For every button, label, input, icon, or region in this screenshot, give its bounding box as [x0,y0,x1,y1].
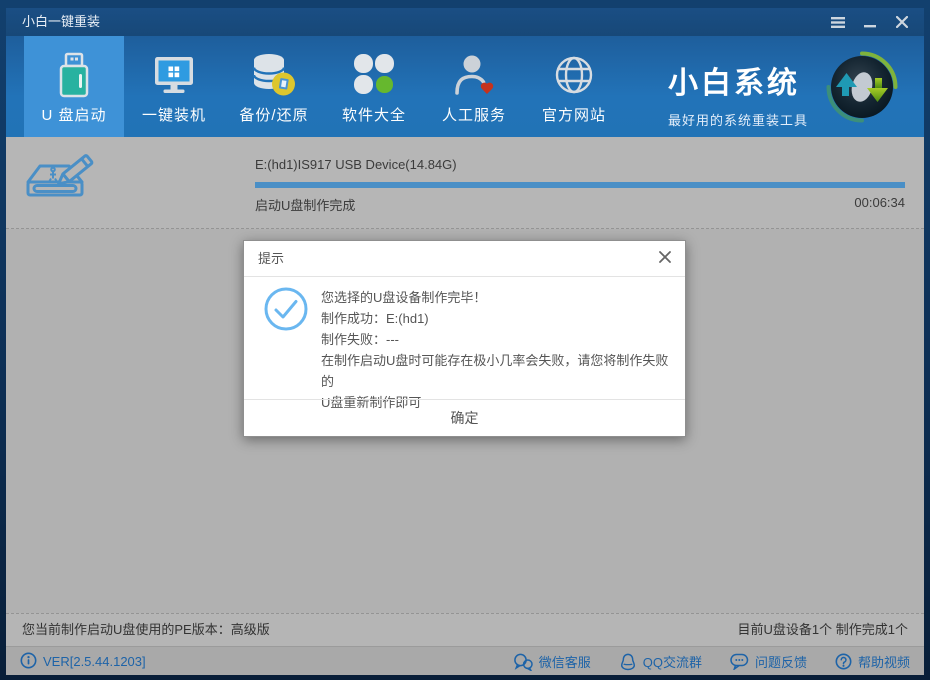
progress-status: 启动U盘制作完成 [255,198,356,213]
drive-pencil-icon [22,154,100,215]
nav-item-backup-restore[interactable]: 备份/还原 [224,36,324,137]
window-title: 小白一键重装 [22,14,101,29]
dialog-header: 提示 [244,241,685,277]
nav-item-label: 人工服务 [441,107,506,124]
dialog-message: 您选择的U盘设备制作完毕！ 制作成功：E:(hd1) 制作失败：--- 在制作启… [321,287,673,413]
alert-dialog: 提示 您选择的U盘设备制作完毕！ 制作成功：E:(hd1) 制作失败：--- 在… [243,240,686,437]
progress-bar-fill [255,182,905,188]
minimize-button[interactable] [854,8,886,36]
footer-bar: VER[2.5.44.1203] 微信客服 QQ交流群 问题反馈 帮助视频 [6,646,924,675]
version-info[interactable]: VER[2.5.44.1203] [20,647,146,675]
nav-item-support[interactable]: 人工服务 [424,36,524,137]
nav-item-label: 一键装机 [141,107,206,124]
usb-drive-icon [50,51,98,99]
nav-items: U 盘启动 一键装机 备份/还原 软件大全 人工服务 官方网站 [24,36,624,137]
dialog-line: 制作失败：--- [321,332,399,347]
menu-button[interactable] [822,8,854,36]
person-heart-icon [450,51,498,99]
nav-item-website[interactable]: 官方网站 [524,36,624,137]
brand-block: 小白系统 最好用的系统重装工具 [668,58,808,129]
wechat-icon [513,653,533,671]
pe-version-status: 您当前制作启动U盘使用的PE版本：高级版 [22,622,270,637]
feedback-link[interactable]: 问题反馈 [730,652,807,671]
dialog-close-button[interactable] [657,251,673,267]
nav-item-label: 备份/还原 [239,107,309,124]
app-window: 小白一键重装 U 盘启动 一键装机 备份/还原 软件大全 人工服务 官方网站 小… [0,0,930,680]
qq-group-link[interactable]: QQ交流群 [619,652,702,671]
nav-item-label: U 盘启动 [41,107,107,124]
footer-link-label: 问题反馈 [754,655,807,670]
footer-links: 微信客服 QQ交流群 问题反馈 帮助视频 [513,647,910,675]
nav-bar: U 盘启动 一键装机 备份/还原 软件大全 人工服务 官方网站 小白系统 最好用… [6,36,924,137]
dialog-line: 您选择的U盘设备制作完毕！ [321,290,487,305]
menu-icon [831,16,845,28]
device-count-status: 目前U盘设备1个 制作完成1个 [737,622,908,637]
refresh-arrows-logo [824,49,900,125]
elapsed-time: 00:06:34 [854,195,905,210]
feedback-bubble-icon [730,653,749,670]
brand-tagline: 最好用的系统重装工具 [667,113,808,128]
globe-icon [550,51,598,99]
footer-link-label: 微信客服 [538,655,591,670]
nav-item-label: 官方网站 [541,107,606,124]
nav-item-label: 软件大全 [341,107,406,124]
window-controls [822,8,918,36]
close-icon [659,250,671,268]
check-circle-icon [263,286,309,337]
device-label: E:(hd1)IS917 USB Device(14.84G) [255,157,457,172]
database-coin-icon [250,51,298,99]
close-button[interactable] [886,8,918,36]
brand-name: 小白系统 [667,67,800,100]
minimize-icon [864,17,876,28]
close-icon [896,16,908,28]
dialog-line: 在制作启动U盘时可能存在极小几率会失败，请您将制作失败的 [321,353,669,389]
status-row: 您当前制作启动U盘使用的PE版本：高级版 目前U盘设备1个 制作完成1个 [6,613,924,646]
nav-item-one-key-install[interactable]: 一键装机 [124,36,224,137]
clover-icon [350,51,398,99]
dialog-title: 提示 [258,251,285,266]
window-frame: 小白一键重装 U 盘启动 一键装机 备份/还原 软件大全 人工服务 官方网站 小… [6,8,924,675]
qq-icon [619,653,637,671]
footer-link-label: QQ交流群 [642,655,702,670]
info-icon [20,652,37,672]
wechat-support-link[interactable]: 微信客服 [513,652,591,671]
nav-item-software[interactable]: 软件大全 [324,36,424,137]
ok-button[interactable]: 确定 [421,400,509,436]
monitor-windows-icon [150,51,198,99]
version-label: VER[2.5.44.1203] [43,654,146,669]
dialog-line: 制作成功：E:(hd1) [321,311,429,326]
titlebar: 小白一键重装 [6,8,924,36]
nav-item-usb-boot[interactable]: U 盘启动 [24,36,124,137]
footer-link-label: 帮助视频 [857,655,910,670]
progress-bar [255,182,905,188]
help-video-link[interactable]: 帮助视频 [835,652,910,671]
usb-progress-section: E:(hd1)IS917 USB Device(14.84G) 启动U盘制作完成… [6,137,924,229]
dialog-footer: 确定 [244,399,685,436]
help-circle-icon [835,653,852,670]
